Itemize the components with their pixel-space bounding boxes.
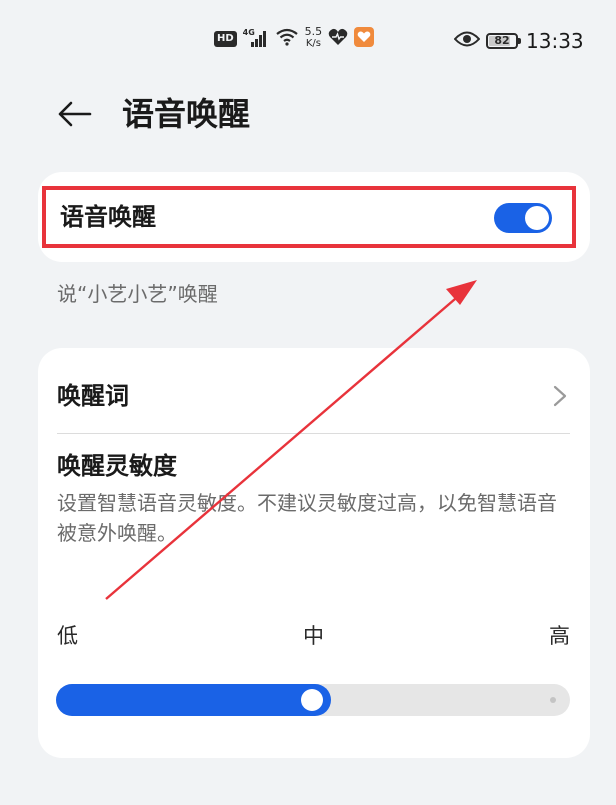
battery-icon: 82 (486, 33, 521, 49)
divider (57, 433, 570, 434)
app-notification-icon (354, 27, 375, 51)
wake-word-row[interactable]: 唤醒词 (38, 366, 590, 426)
wake-word-label: 唤醒词 (57, 382, 129, 410)
scale-low-label: 低 (57, 624, 78, 648)
wake-settings-card: 唤醒词 唤醒灵敏度 设置智慧语音灵敏度。不建议灵敏度过高，以免智慧语音被意外唤醒… (38, 348, 590, 758)
arrow-left-icon (58, 101, 92, 127)
hd-badge: HD (214, 31, 237, 47)
status-icons-right: 82 13:33 (453, 29, 584, 53)
clock: 13:33 (526, 29, 584, 53)
network-type-label: 4G (242, 28, 255, 37)
status-icons-left: HD 4G 5.5 K/s (214, 26, 375, 51)
network-speed-unit: K/s (305, 38, 321, 49)
voice-wake-toggle[interactable] (494, 203, 552, 233)
status-bar: HD 4G 5.5 K/s 82 13:33 (0, 0, 616, 84)
scale-high-label: 高 (549, 624, 570, 648)
network-speed-value: 5.5 (304, 25, 323, 38)
wake-hint-text: 说“小艺小艺”唤醒 (57, 282, 218, 306)
scale-mid-label: 中 (303, 624, 324, 648)
eye-comfort-icon (453, 30, 481, 52)
slider-fill (56, 684, 331, 716)
health-heart-icon (328, 28, 348, 50)
voice-wake-label: 语音唤醒 (60, 203, 156, 231)
toggle-knob (525, 206, 549, 230)
header: 语音唤醒 (0, 84, 616, 144)
voice-wake-row[interactable]: 语音唤醒 (42, 186, 576, 248)
chevron-right-icon (553, 385, 567, 407)
slider-end-dot (550, 697, 556, 703)
page-title: 语音唤醒 (122, 95, 251, 133)
back-button[interactable] (52, 94, 96, 134)
sensitivity-slider[interactable] (56, 684, 570, 716)
sensitivity-title: 唤醒灵敏度 (57, 452, 177, 480)
battery-level: 82 (494, 34, 510, 47)
voice-wake-card: 语音唤醒 (38, 172, 590, 262)
sensitivity-description: 设置智慧语音灵敏度。不建议灵敏度过高，以免智慧语音被意外唤醒。 (57, 491, 557, 545)
slider-thumb[interactable] (301, 689, 323, 711)
wifi-icon (275, 27, 299, 51)
network-speed: 5.5 K/s (305, 26, 323, 50)
cellular-signal-icon: 4G (242, 28, 269, 49)
